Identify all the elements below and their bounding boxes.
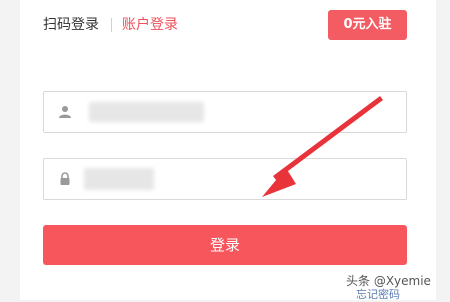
login-button[interactable]: 登录	[43, 225, 407, 265]
tab-account-login[interactable]: 账户登录	[122, 15, 178, 35]
lock-icon	[60, 172, 70, 185]
username-value-obscured	[89, 102, 204, 122]
tab-scan-login[interactable]: 扫码登录	[43, 15, 99, 35]
username-field[interactable]	[43, 91, 407, 133]
user-icon	[59, 106, 71, 118]
password-value-obscured	[84, 168, 154, 190]
password-field[interactable]	[43, 158, 407, 200]
join-free-button[interactable]: 0元入驻	[328, 10, 407, 40]
watermark: 头条 @Xyemie	[346, 274, 431, 288]
tab-divider	[111, 18, 112, 32]
